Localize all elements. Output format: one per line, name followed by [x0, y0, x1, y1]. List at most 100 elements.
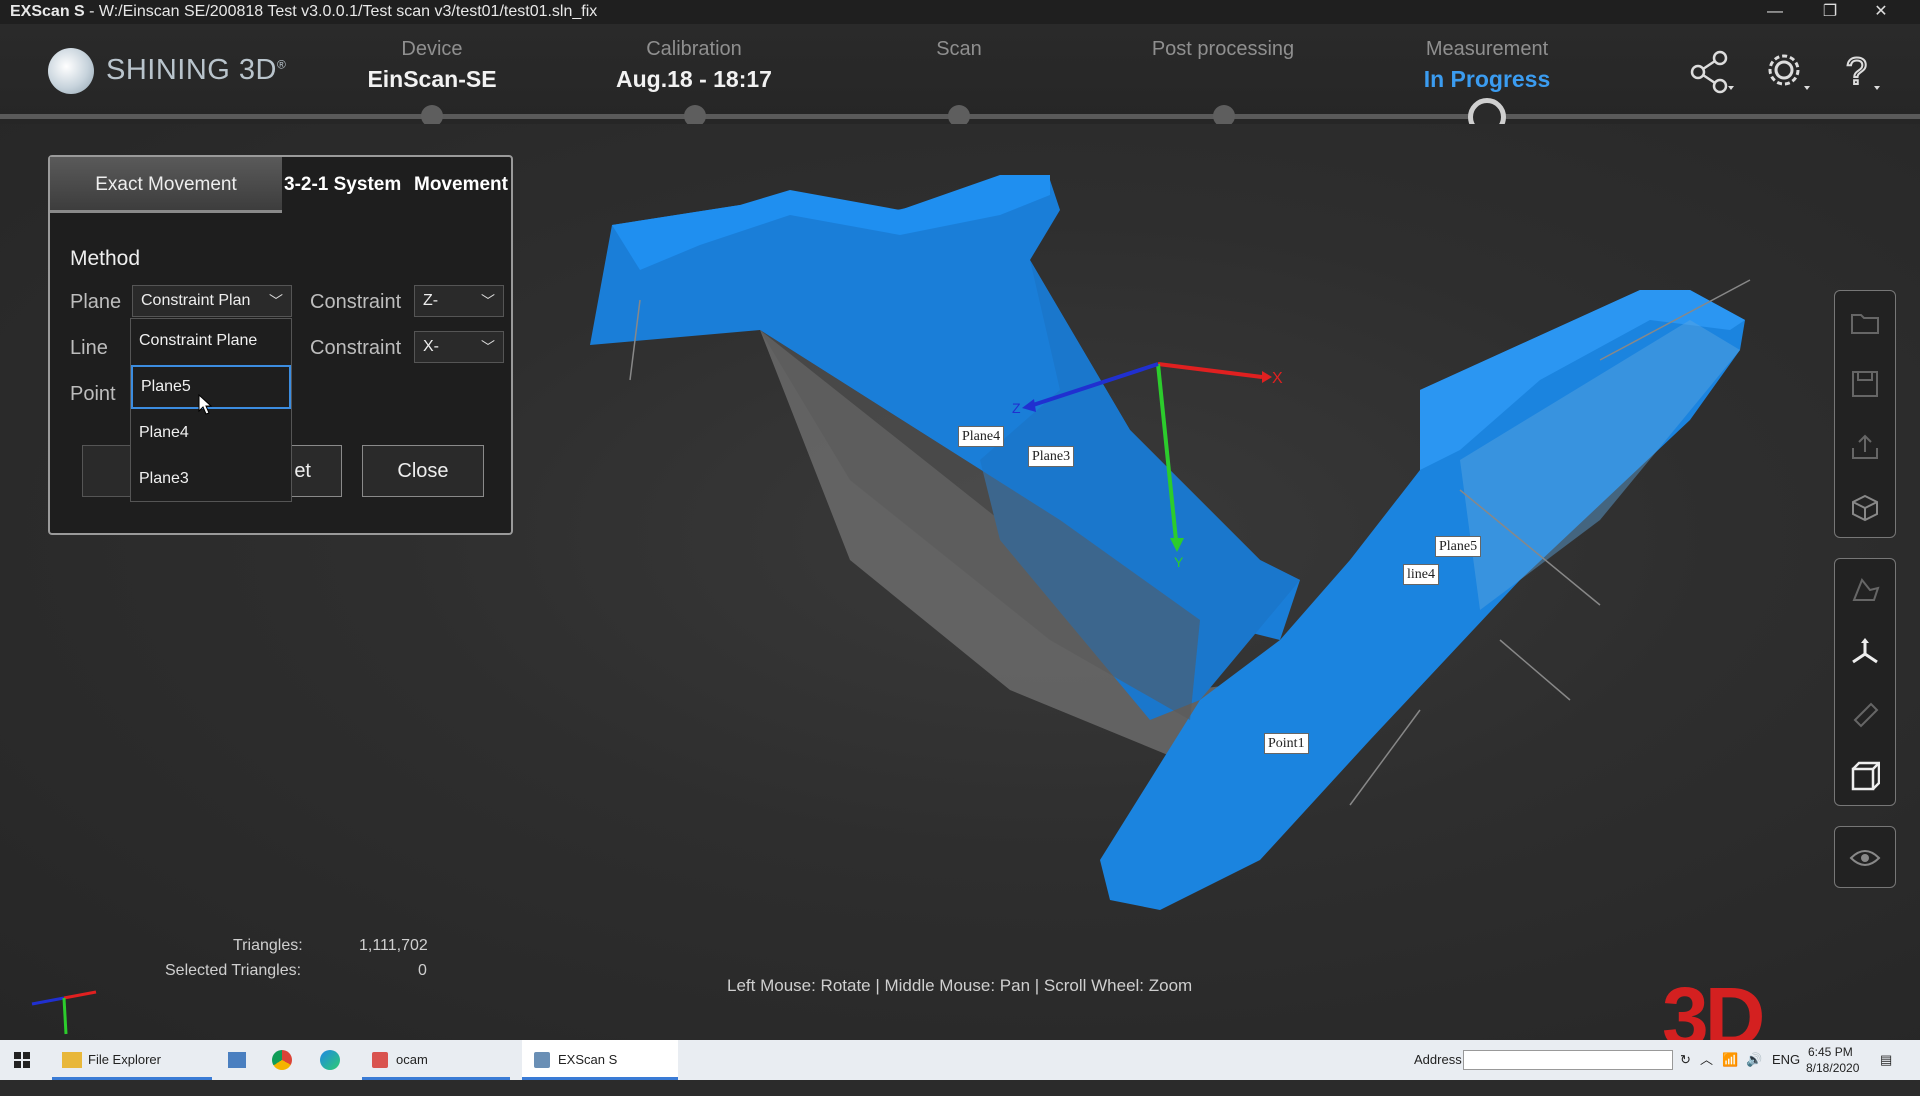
selected-triangles-label: Selected Triangles: [165, 962, 302, 979]
x-axis-arrow [1262, 371, 1272, 383]
step-label: Calibration [646, 38, 742, 60]
edge-glyph [320, 1050, 340, 1070]
windows-taskbar: File Explorer ocam EXScan S Address ↻ ︿ … [0, 1040, 1920, 1080]
step-label: Scan [936, 38, 982, 60]
svg-text:?: ? [1846, 51, 1867, 93]
plane-constraint-label: Constraint [310, 291, 402, 313]
tab-movement[interactable]: Movement [414, 157, 508, 213]
chevron-down-icon: ﹀ [481, 293, 495, 309]
app-icon[interactable] [226, 1040, 250, 1080]
feature-tag-plane5[interactable]: Plane5 [1435, 536, 1482, 557]
address-label: Address [1414, 1052, 1462, 1067]
network-icon[interactable]: 📶 [1722, 1040, 1738, 1080]
chrome-icon[interactable] [272, 1040, 296, 1080]
step-value: In Progress [1423, 66, 1551, 92]
tab-3-2-1-system[interactable]: 3-2-1 System [284, 157, 401, 213]
window-titlebar: EXScan S - W:/Einscan SE/200818 Test v3.… [0, 0, 1920, 24]
mouse-controls-hint: Left Mouse: Rotate | Middle Mouse: Pan |… [727, 976, 1193, 995]
help-icon[interactable]: ? [1840, 50, 1890, 94]
z-axis-label: Z [1012, 400, 1021, 416]
triangles-value: 1,111,702 [359, 937, 428, 954]
taskbar-ocam[interactable]: ocam [362, 1040, 510, 1080]
line-constraint-select[interactable]: X- ﹀ [414, 331, 504, 363]
save-icon[interactable] [1835, 353, 1895, 415]
plane-select[interactable]: Constraint Plan ﹀ [132, 285, 292, 317]
restore-button[interactable]: ❐ [1805, 0, 1855, 24]
close-panel-button[interactable]: Close [362, 445, 484, 497]
plane-constraint-select[interactable]: Z- ﹀ [414, 285, 504, 317]
point-label: Point [70, 383, 116, 405]
mouse-cursor-icon [198, 394, 213, 415]
step-post-processing[interactable]: Post processing [1113, 38, 1333, 96]
step-value [1113, 66, 1333, 96]
globe-logo-icon [48, 48, 94, 94]
feature-tag-plane4[interactable]: Plane4 [958, 426, 1005, 447]
gear-icon[interactable] [1764, 50, 1814, 94]
visibility-toolbar [1834, 826, 1896, 888]
windows-icon[interactable] [12, 1040, 32, 1080]
dropdown-option[interactable]: Plane4 [131, 411, 291, 455]
minimize-button[interactable]: — [1750, 0, 1800, 24]
feature-tag-line4[interactable]: line4 [1403, 564, 1439, 585]
taskbar-exscan[interactable]: EXScan S [522, 1040, 678, 1080]
export-icon[interactable] [1835, 415, 1895, 477]
tray-chevron-icon[interactable]: ︿ [1700, 1040, 1713, 1080]
plane-label: Plane [70, 291, 122, 313]
refresh-icon[interactable]: ↻ [1680, 1040, 1691, 1080]
plane-select-value: Constraint Plan [141, 292, 251, 309]
file-toolbar [1834, 290, 1896, 538]
feature-tag-plane3[interactable]: Plane3 [1028, 446, 1075, 467]
feature-tag-point1[interactable]: Point1 [1264, 733, 1309, 754]
open-folder-icon[interactable] [1835, 291, 1895, 353]
chrome-glyph [272, 1050, 292, 1070]
chevron-down-icon: ﹀ [269, 293, 283, 309]
step-value [849, 66, 1069, 96]
app-glyph [228, 1052, 246, 1068]
box-view-icon[interactable] [1835, 745, 1895, 807]
dropdown-option[interactable]: Plane3 [131, 457, 291, 501]
close-window-button[interactable]: ✕ [1856, 0, 1906, 24]
taskbar-item-label: ocam [396, 1052, 428, 1067]
method-label: Method [70, 247, 141, 270]
step-scan[interactable]: Scan [849, 38, 1069, 96]
exscan-icon [534, 1052, 550, 1068]
chevron-down-icon: ﹀ [481, 339, 495, 355]
step-label: Post processing [1151, 38, 1295, 60]
taskbar-item-label: EXScan S [558, 1052, 618, 1067]
title-separator: - [84, 3, 99, 20]
taskbar-file-explorer[interactable]: File Explorer [52, 1040, 212, 1080]
step-calibration[interactable]: Calibration Aug.18 - 18:17 [584, 38, 804, 96]
plane-constraint-value: Z- [423, 292, 439, 309]
app-name: EXScan S [10, 3, 85, 20]
triangles-label: Triangles: [233, 937, 303, 954]
brand-name: SHINING 3D [106, 54, 277, 86]
dropdown-option[interactable]: Constraint Plane [131, 319, 291, 363]
line-constraint-value: X- [423, 338, 439, 355]
share-icon[interactable] [1688, 50, 1738, 94]
volume-icon[interactable]: 🔊 [1746, 1040, 1762, 1080]
eye-icon[interactable] [1835, 827, 1895, 889]
notification-icon[interactable]: ▤ [1880, 1040, 1892, 1080]
orientation-gizmo-icon [31, 990, 97, 1035]
step-label: Measurement [1425, 38, 1549, 60]
registered-mark: ® [276, 57, 287, 72]
step-measurement[interactable]: Measurement In Progress [1377, 38, 1597, 96]
line-label: Line [70, 337, 108, 359]
ruler-icon[interactable] [1835, 683, 1895, 745]
ocam-icon [372, 1052, 388, 1068]
panel-tabs: Exact Movement 3-2-1 System Movement [50, 157, 511, 213]
step-value: EinScan-SE [367, 66, 497, 92]
cube-icon[interactable] [1835, 477, 1895, 539]
file-path: W:/Einscan SE/200818 Test v3.0.0.1/Test … [98, 3, 598, 20]
x-axis [1157, 362, 1263, 379]
coordinate-axes-icon[interactable] [1835, 621, 1895, 683]
edge-icon[interactable] [320, 1040, 344, 1080]
shape-select-icon[interactable] [1835, 559, 1895, 621]
clock-date: 8/18/2020 [1806, 1061, 1860, 1075]
language-indicator[interactable]: ENG [1772, 1040, 1800, 1080]
folder-icon [62, 1052, 82, 1068]
step-device[interactable]: Device EinScan-SE [322, 38, 542, 96]
x-axis-label: X [1272, 370, 1283, 387]
tab-exact-movement[interactable]: Exact Movement [50, 157, 282, 213]
address-input[interactable] [1463, 1050, 1673, 1070]
